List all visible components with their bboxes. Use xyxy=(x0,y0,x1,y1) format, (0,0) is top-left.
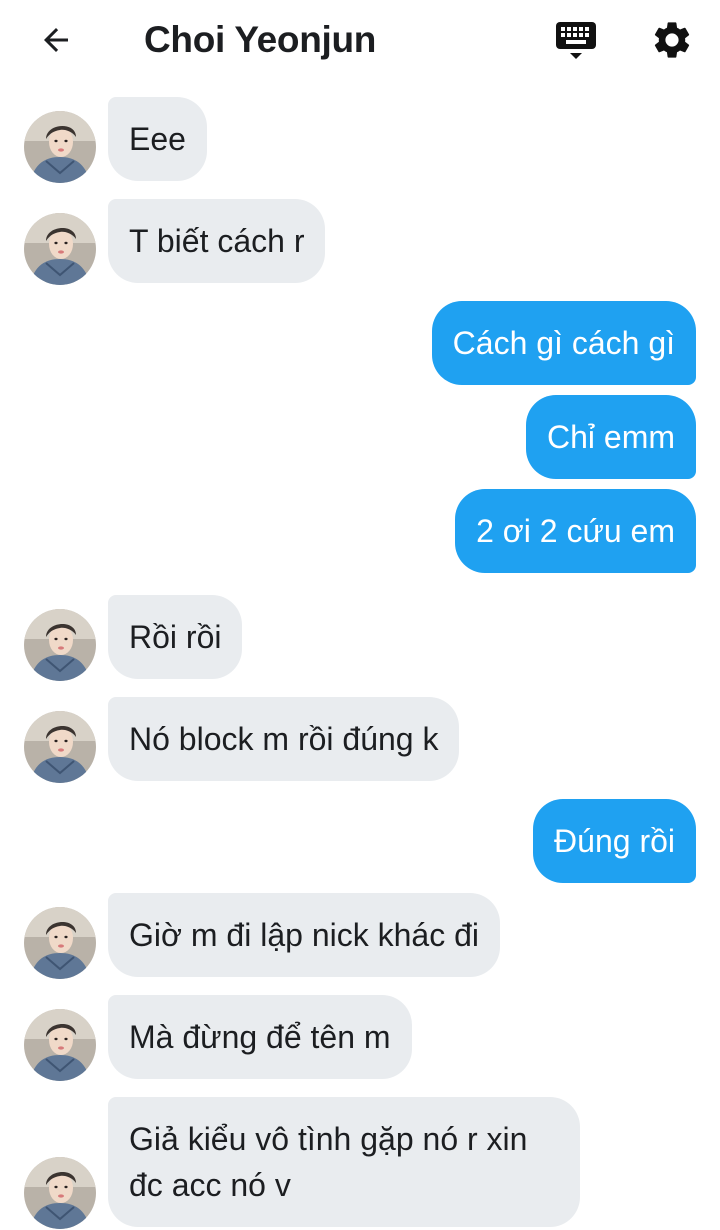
message-bubble-incoming[interactable]: Mà đừng để tên m xyxy=(108,995,412,1079)
message-bubble-outgoing[interactable]: Chỉ emm xyxy=(525,395,696,479)
avatar[interactable] xyxy=(24,609,96,681)
message-bubble-incoming[interactable]: Rồi rồi xyxy=(108,595,243,679)
chat-header: Choi Yeonjun xyxy=(0,0,720,82)
message-bubble-incoming[interactable]: T biết cách r xyxy=(108,199,326,283)
message-bubble-outgoing[interactable]: Đúng rồi xyxy=(533,799,696,883)
message-bubble-outgoing[interactable]: 2 ơi 2 cứu em xyxy=(455,489,696,573)
message-bubble-incoming[interactable]: Eee xyxy=(108,97,207,181)
settings-button[interactable] xyxy=(648,16,696,64)
arrow-left-icon xyxy=(44,28,68,52)
back-button[interactable] xyxy=(34,20,78,60)
message-bubble-outgoing[interactable]: Cách gì cách gì xyxy=(431,301,696,385)
avatar[interactable] xyxy=(24,1157,96,1229)
avatar[interactable] xyxy=(24,907,96,979)
message-bubble-incoming[interactable]: Giả kiểu vô tình gặp nó r xin đc acc nó … xyxy=(108,1097,580,1227)
gear-icon xyxy=(654,22,690,58)
page-title: Choi Yeonjun xyxy=(144,19,377,60)
avatar[interactable] xyxy=(24,711,96,783)
keyboard-icon xyxy=(556,22,596,59)
avatar[interactable] xyxy=(24,1009,96,1081)
avatar[interactable] xyxy=(24,213,96,285)
keyboard-button[interactable] xyxy=(552,16,600,64)
message-bubble-incoming[interactable]: Giờ m đi lập nick khác đi xyxy=(108,893,500,977)
avatar[interactable] xyxy=(24,111,96,183)
message-bubble-incoming[interactable]: Nó block m rồi đúng k xyxy=(108,697,460,781)
